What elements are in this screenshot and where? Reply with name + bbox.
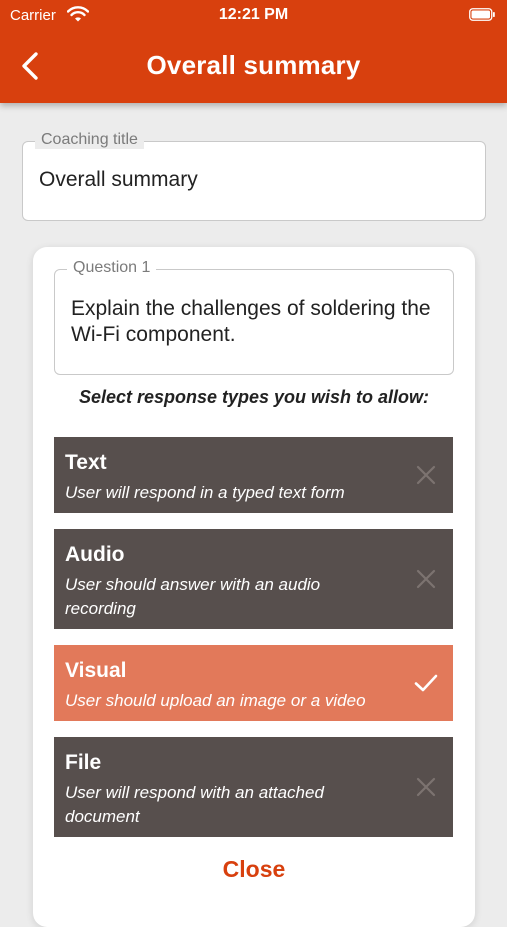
question-label: Question 1 xyxy=(67,259,157,277)
battery-icon xyxy=(469,8,495,21)
status-bar: Carrier 12:21 PM xyxy=(0,0,507,30)
response-option-text[interactable]: Text User will respond in a typed text f… xyxy=(54,437,453,513)
response-option-audio[interactable]: Audio User should answer with an audio r… xyxy=(54,529,453,629)
option-description: User should answer with an audio recordi… xyxy=(65,575,321,618)
coaching-title-value: Overall summary xyxy=(39,168,198,191)
option-label: Text xyxy=(65,451,107,474)
question-card: Question 1 Explain the challenges of sol… xyxy=(33,247,475,927)
checkmark-icon xyxy=(414,674,438,692)
option-label: File xyxy=(65,751,102,774)
response-option-visual[interactable]: Visual User should upload an image or a … xyxy=(54,645,453,721)
response-option-file[interactable]: File User will respond with an attached … xyxy=(54,737,453,837)
status-time: 12:21 PM xyxy=(218,6,289,23)
coaching-title-label: Coaching title xyxy=(35,131,144,149)
option-description: User will respond with an attached docum… xyxy=(65,783,324,826)
close-icon xyxy=(416,465,436,485)
option-label: Visual xyxy=(65,659,127,682)
app-header: Carrier 12:21 PM Overall summary xyxy=(0,0,507,103)
close-icon xyxy=(416,777,436,797)
close-icon xyxy=(416,569,436,589)
coaching-title-field[interactable]: Coaching title Overall summary xyxy=(22,131,486,221)
option-description: User will respond in a typed text form xyxy=(65,483,345,502)
question-field[interactable]: Question 1 Explain the challenges of sol… xyxy=(54,259,454,375)
question-text: Explain the challenges of soldering the … xyxy=(71,297,431,346)
response-types-instruction: Select response types you wish to allow: xyxy=(78,387,430,407)
page-title: Overall summary xyxy=(146,50,361,80)
option-description: User should upload an image or a video xyxy=(65,691,366,710)
close-button[interactable]: Close xyxy=(33,856,475,883)
option-label: Audio xyxy=(65,543,125,566)
